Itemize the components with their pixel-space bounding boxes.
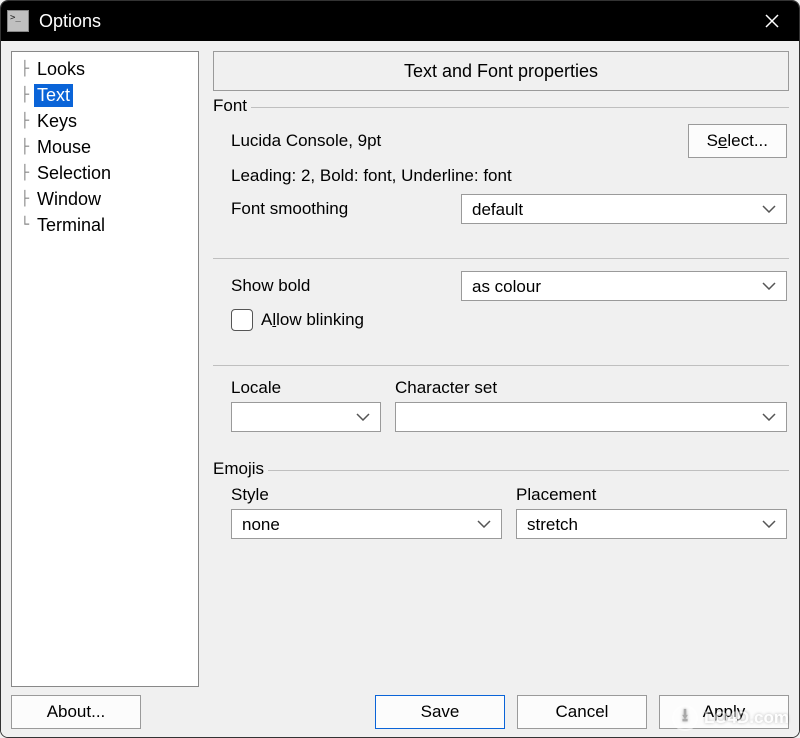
save-button[interactable]: Save [375, 695, 505, 729]
allow-blinking-checkbox[interactable] [231, 309, 253, 331]
cancel-button[interactable]: Cancel [517, 695, 647, 729]
locale-select[interactable] [231, 402, 381, 432]
tree-item-mouse[interactable]: ├Mouse [14, 134, 196, 160]
show-bold-select[interactable]: as colour [461, 271, 787, 301]
select-font-button[interactable]: Select... [688, 124, 787, 158]
emoji-style-select[interactable]: none [231, 509, 502, 539]
tree-item-window[interactable]: ├Window [14, 186, 196, 212]
terminal-icon: >_ [7, 10, 29, 32]
emojis-group-legend: Emojis [213, 459, 268, 479]
dialog-buttons: About... Save Cancel Apply [11, 695, 789, 729]
titlebar: >_ Options [1, 1, 799, 41]
close-icon [765, 14, 779, 28]
charset-select[interactable] [395, 402, 787, 432]
font-smoothing-label: Font smoothing [231, 199, 411, 219]
apply-button[interactable]: Apply [659, 695, 789, 729]
tree-item-text[interactable]: ├Text [14, 82, 196, 108]
allow-blinking-label[interactable]: Allow blinking [261, 310, 364, 330]
locale-group: Locale Character set [213, 365, 789, 442]
tree-item-terminal[interactable]: └Terminal [14, 212, 196, 238]
locale-label: Locale [231, 378, 381, 398]
bold-group: Show bold as colour Allow blinking [213, 258, 789, 341]
emoji-placement-label: Placement [516, 485, 787, 505]
window-title: Options [39, 11, 745, 32]
about-button[interactable]: About... [11, 695, 141, 729]
category-tree[interactable]: ├Looks ├Text ├Keys ├Mouse ├Selection ├Wi… [11, 51, 199, 687]
panel-header-label: Text and Font properties [404, 61, 598, 82]
charset-label: Character set [395, 378, 787, 398]
emoji-style-label: Style [231, 485, 502, 505]
show-bold-label: Show bold [231, 276, 411, 296]
panel-header: Text and Font properties [213, 51, 789, 91]
tree-item-looks[interactable]: ├Looks [14, 56, 196, 82]
current-font-label: Lucida Console, 9pt [231, 131, 381, 151]
options-window: >_ Options ├Looks ├Text ├Keys ├Mouse ├Se… [0, 0, 800, 738]
font-group-legend: Font [213, 96, 251, 116]
tree-item-selection[interactable]: ├Selection [14, 160, 196, 186]
leading-label: Leading: 2, Bold: font, Underline: font [231, 166, 512, 186]
client-area: ├Looks ├Text ├Keys ├Mouse ├Selection ├Wi… [1, 41, 799, 737]
settings-panel: Text and Font properties Font Lucida Con… [213, 51, 789, 687]
close-button[interactable] [745, 1, 799, 41]
emoji-placement-select[interactable]: stretch [516, 509, 787, 539]
font-smoothing-select[interactable]: default [461, 194, 787, 224]
tree-item-keys[interactable]: ├Keys [14, 108, 196, 134]
emojis-group: Emojis Style none Placement stretch [213, 470, 789, 549]
font-group: Font Lucida Console, 9pt Select... Leadi… [213, 107, 789, 234]
